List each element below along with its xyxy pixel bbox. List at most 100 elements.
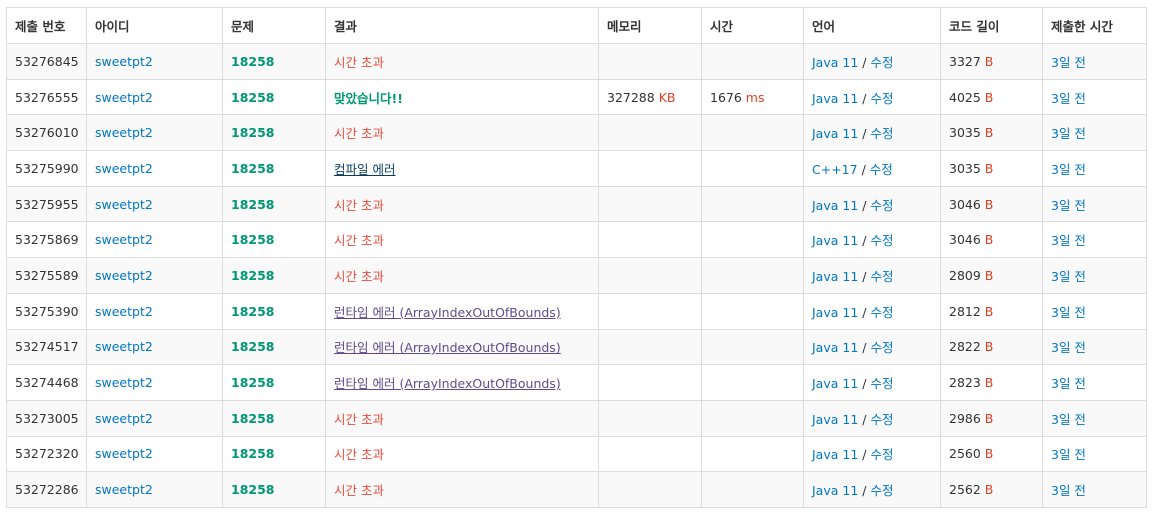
cell-submitted-time: 3일 전 [1042, 114, 1147, 152]
edit-link[interactable]: 수정 [870, 305, 893, 320]
submitted-time-link[interactable]: 3일 전 [1051, 412, 1086, 427]
edit-link[interactable]: 수정 [870, 340, 893, 355]
submitted-time-link[interactable]: 3일 전 [1051, 447, 1086, 462]
language-link[interactable]: C++17 [812, 162, 858, 177]
cell-submission-id: 53272320 [6, 435, 87, 473]
user-link[interactable]: sweetpt2 [95, 446, 153, 461]
problem-link[interactable]: 18258 [231, 90, 275, 105]
edit-link[interactable]: 수정 [870, 233, 893, 248]
edit-link[interactable]: 수정 [870, 55, 893, 70]
problem-link[interactable]: 18258 [231, 197, 275, 212]
language-link[interactable]: Java 11 [812, 483, 858, 498]
code-length-unit: B [984, 196, 994, 212]
user-link[interactable]: sweetpt2 [95, 197, 153, 212]
edit-link[interactable]: 수정 [870, 412, 893, 427]
problem-link[interactable]: 18258 [231, 411, 275, 426]
user-link[interactable]: sweetpt2 [95, 339, 153, 354]
edit-link[interactable]: 수정 [870, 376, 893, 391]
problem-link[interactable]: 18258 [231, 304, 275, 319]
cell-user-id: sweetpt2 [86, 150, 223, 187]
edit-link[interactable]: 수정 [870, 483, 893, 498]
user-link[interactable]: sweetpt2 [95, 411, 153, 426]
cell-submission-id: 53275990 [6, 150, 87, 187]
separator: / [858, 340, 871, 356]
user-link[interactable]: sweetpt2 [95, 232, 153, 247]
cell-user-id: sweetpt2 [86, 78, 223, 116]
cell-problem: 18258 [222, 114, 326, 152]
user-link[interactable]: sweetpt2 [95, 161, 153, 176]
result-text[interactable]: 런타임 에러 (ArrayIndexOutOfBounds) [334, 376, 561, 391]
cell-language: Java 11 / 수정 [803, 471, 941, 508]
cell-code-length: 2560 B [940, 435, 1043, 473]
table-row: 53275589 sweetpt2 18258 시간 초과 Java 11 / 수정 28… [6, 257, 1147, 294]
result-text: 시간 초과 [334, 483, 384, 499]
language-link[interactable]: Java 11 [812, 412, 858, 427]
problem-link[interactable]: 18258 [231, 446, 275, 461]
code-length-value: 3035 [949, 125, 981, 141]
result-text[interactable]: 컴파일 에러 [334, 162, 395, 177]
language-link[interactable]: Java 11 [812, 305, 858, 320]
user-link[interactable]: sweetpt2 [95, 304, 153, 319]
cell-problem: 18258 [222, 221, 326, 259]
cell-time [701, 364, 804, 401]
cell-problem: 18258 [222, 150, 326, 187]
problem-link[interactable]: 18258 [231, 339, 275, 354]
edit-link[interactable]: 수정 [870, 269, 893, 284]
result-text[interactable]: 런타임 에러 (ArrayIndexOutOfBounds) [334, 340, 561, 355]
user-link[interactable]: sweetpt2 [95, 54, 153, 69]
user-link[interactable]: sweetpt2 [95, 375, 153, 390]
language-link[interactable]: Java 11 [812, 91, 858, 106]
problem-link[interactable]: 18258 [231, 232, 275, 247]
language-link[interactable]: Java 11 [812, 376, 858, 391]
language-link[interactable]: Java 11 [812, 233, 858, 248]
cell-submission-id: 53276010 [6, 114, 87, 152]
problem-link[interactable]: 18258 [231, 375, 275, 390]
problem-link[interactable]: 18258 [231, 161, 275, 176]
result-text: 시간 초과 [334, 197, 384, 213]
submitted-time-link[interactable]: 3일 전 [1051, 340, 1086, 355]
submitted-time-link[interactable]: 3일 전 [1051, 305, 1086, 320]
cell-language: Java 11 / 수정 [803, 435, 941, 473]
cell-result: 런타임 에러 (ArrayIndexOutOfBounds) [325, 328, 599, 366]
cell-result: 시간 초과 [325, 435, 599, 473]
code-length-value: 2809 [949, 267, 981, 283]
user-link[interactable]: sweetpt2 [95, 90, 153, 105]
language-link[interactable]: Java 11 [812, 447, 858, 462]
result-text[interactable]: 런타임 에러 (ArrayIndexOutOfBounds) [334, 305, 561, 320]
language-link[interactable]: Java 11 [812, 126, 858, 141]
user-link[interactable]: sweetpt2 [95, 268, 153, 283]
submitted-time-link[interactable]: 3일 전 [1051, 269, 1086, 284]
submitted-time-link[interactable]: 3일 전 [1051, 91, 1086, 106]
cell-memory [598, 114, 702, 152]
separator: / [858, 54, 871, 70]
code-length-value: 2986 [949, 410, 981, 426]
cell-time [701, 435, 804, 473]
problem-link[interactable]: 18258 [231, 125, 275, 140]
edit-link[interactable]: 수정 [870, 198, 893, 213]
submitted-time-link[interactable]: 3일 전 [1051, 126, 1086, 141]
cell-time [701, 114, 804, 152]
submitted-time-link[interactable]: 3일 전 [1051, 233, 1086, 248]
edit-link[interactable]: 수정 [870, 162, 893, 177]
submitted-time-link[interactable]: 3일 전 [1051, 198, 1086, 213]
language-link[interactable]: Java 11 [812, 198, 858, 213]
edit-link[interactable]: 수정 [870, 447, 893, 462]
edit-link[interactable]: 수정 [870, 91, 893, 106]
submitted-time-link[interactable]: 3일 전 [1051, 483, 1086, 498]
language-link[interactable]: Java 11 [812, 340, 858, 355]
submitted-time-link[interactable]: 3일 전 [1051, 55, 1086, 70]
submitted-time-link[interactable]: 3일 전 [1051, 376, 1086, 391]
edit-link[interactable]: 수정 [870, 126, 893, 141]
submission-id: 53276010 [15, 125, 79, 141]
problem-link[interactable]: 18258 [231, 268, 275, 283]
language-link[interactable]: Java 11 [812, 55, 858, 70]
user-link[interactable]: sweetpt2 [95, 125, 153, 140]
problem-link[interactable]: 18258 [231, 54, 275, 69]
table-row: 53272286 sweetpt2 18258 시간 초과 Java 11 / 수정 25… [6, 471, 1147, 508]
table-row: 53275990 sweetpt2 18258 컴파일 에러 C++17 / 수정 303… [6, 150, 1147, 187]
language-link[interactable]: Java 11 [812, 269, 858, 284]
cell-language: Java 11 / 수정 [803, 364, 941, 401]
problem-link[interactable]: 18258 [231, 482, 275, 497]
user-link[interactable]: sweetpt2 [95, 482, 153, 497]
submitted-time-link[interactable]: 3일 전 [1051, 162, 1086, 177]
